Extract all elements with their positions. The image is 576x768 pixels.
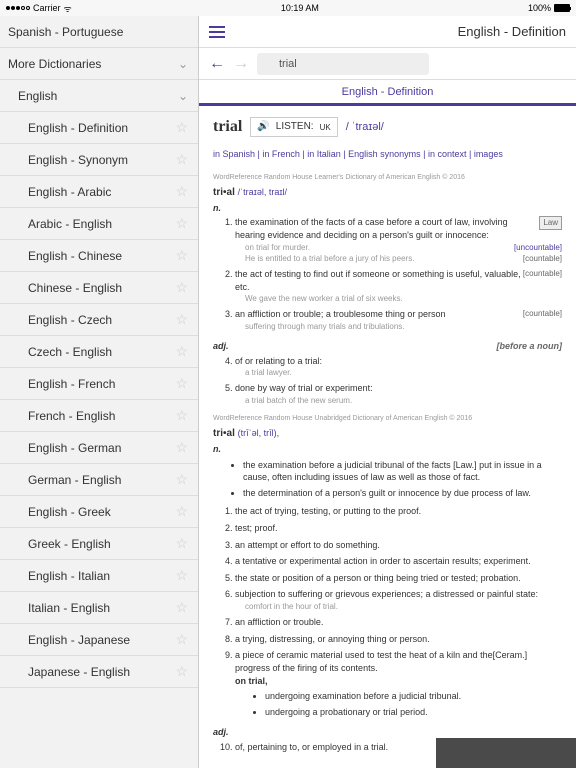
star-icon[interactable]: ☆ — [175, 119, 188, 136]
sidebar-item[interactable]: German - English☆ — [0, 464, 198, 496]
star-icon[interactable]: ☆ — [175, 663, 188, 680]
carrier-label: Carrier — [33, 3, 61, 13]
star-icon[interactable]: ☆ — [175, 439, 188, 456]
back-icon[interactable]: ← — [209, 55, 225, 73]
sidebar-item-spanish-portuguese[interactable]: Spanish - Portuguese — [0, 16, 198, 48]
star-icon[interactable]: ☆ — [175, 599, 188, 616]
menu-icon[interactable] — [209, 26, 225, 38]
star-icon[interactable]: ☆ — [175, 535, 188, 552]
page-title: English - Definition — [458, 24, 566, 39]
sidebar-item[interactable]: English - German☆ — [0, 432, 198, 464]
sidebar-sub-english[interactable]: English⌄ — [0, 80, 198, 112]
sidebar-item[interactable]: French - English☆ — [0, 400, 198, 432]
tab-definition[interactable]: English - Definition — [199, 80, 576, 106]
star-icon[interactable]: ☆ — [175, 343, 188, 360]
sidebar-item[interactable]: English - Definition☆ — [0, 112, 198, 144]
sidebar-item[interactable]: English - Italian☆ — [0, 560, 198, 592]
sidebar-item[interactable]: English - Greek☆ — [0, 496, 198, 528]
cross-links[interactable]: in Spanish | in French | in Italian | En… — [213, 148, 562, 161]
chevron-down-icon: ⌄ — [178, 57, 188, 71]
sidebar-item[interactable]: English - Japanese☆ — [0, 624, 198, 656]
search-input[interactable] — [257, 53, 429, 75]
sidebar-item[interactable]: English - Chinese☆ — [0, 240, 198, 272]
star-icon[interactable]: ☆ — [175, 247, 188, 264]
footer-ad — [436, 738, 576, 768]
sidebar-item[interactable]: Arabic - English☆ — [0, 208, 198, 240]
star-icon[interactable]: ☆ — [175, 503, 188, 520]
sidebar-item[interactable]: English - French☆ — [0, 368, 198, 400]
sidebar-item[interactable]: Chinese - English☆ — [0, 272, 198, 304]
chevron-down-icon: ⌄ — [178, 89, 188, 103]
wifi-icon: ᯤ — [64, 2, 72, 15]
sidebar-item[interactable]: Italian - English☆ — [0, 592, 198, 624]
star-icon[interactable]: ☆ — [175, 375, 188, 392]
status-time: 10:19 AM — [281, 3, 319, 13]
sidebar-item[interactable]: English - Czech☆ — [0, 304, 198, 336]
star-icon[interactable]: ☆ — [175, 215, 188, 232]
forward-icon: → — [233, 55, 249, 73]
status-bar: Carrier ᯤ 10:19 AM 100% — [0, 0, 576, 16]
topbar: English - Definition — [199, 16, 576, 48]
source-label: WordReference Random House Learner's Dic… — [213, 173, 562, 183]
battery-icon — [554, 4, 570, 12]
star-icon[interactable]: ☆ — [175, 183, 188, 200]
sidebar-group-more[interactable]: More Dictionaries⌄ — [0, 48, 198, 80]
pronunciation: / ˈtraɪəl/ — [346, 120, 384, 135]
sidebar-item[interactable]: Czech - English☆ — [0, 336, 198, 368]
sidebar-item[interactable]: English - Arabic☆ — [0, 176, 198, 208]
listen-button[interactable]: 🔊 LISTEN: UK — [250, 117, 337, 137]
sidebar-item[interactable]: Greek - English☆ — [0, 528, 198, 560]
star-icon[interactable]: ☆ — [175, 471, 188, 488]
star-icon[interactable]: ☆ — [175, 311, 188, 328]
sidebar-item[interactable]: English - Synonym☆ — [0, 144, 198, 176]
battery-pct: 100% — [528, 3, 551, 13]
definition-content: trial 🔊 LISTEN: UK / ˈtraɪəl/ in Spanish… — [199, 106, 576, 768]
star-icon[interactable]: ☆ — [175, 567, 188, 584]
star-icon[interactable]: ☆ — [175, 279, 188, 296]
sidebar-item[interactable]: Japanese - English☆ — [0, 656, 198, 688]
star-icon[interactable]: ☆ — [175, 151, 188, 168]
source-label: WordReference Random House Unabridged Di… — [213, 414, 562, 424]
headword: trial — [213, 116, 242, 138]
star-icon[interactable]: ☆ — [175, 407, 188, 424]
speaker-icon: 🔊 — [257, 120, 269, 134]
sidebar: Spanish - Portuguese More Dictionaries⌄ … — [0, 16, 199, 768]
star-icon[interactable]: ☆ — [175, 631, 188, 648]
